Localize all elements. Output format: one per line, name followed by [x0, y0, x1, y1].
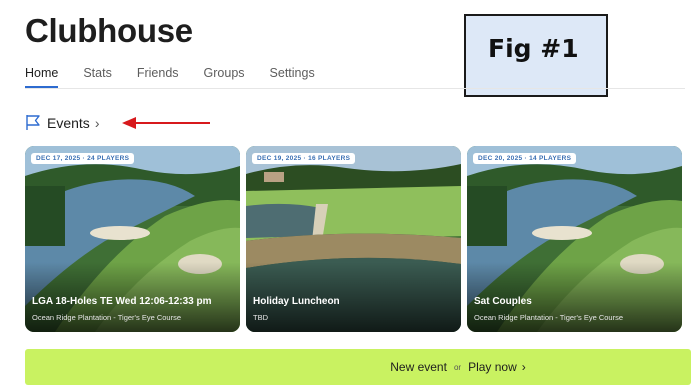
- tab-friends[interactable]: Friends: [137, 66, 179, 88]
- event-title: Sat Couples: [474, 296, 532, 307]
- event-title: LGA 18-Holes TE Wed 12:06-12:33 pm: [32, 296, 212, 307]
- event-card-2[interactable]: DEC 19, 2025 · 16 PLAYERS Holiday Lunche…: [246, 146, 461, 332]
- events-label: Events: [47, 114, 90, 131]
- event-card-1[interactable]: DEC 17, 2025 · 24 PLAYERS LGA 18-Holes T…: [25, 146, 240, 332]
- event-date-badge: DEC 17, 2025 · 24 PLAYERS: [31, 153, 135, 164]
- tab-stats[interactable]: Stats: [83, 66, 112, 88]
- figure-label: Fig #1: [488, 34, 579, 63]
- event-title: Holiday Luncheon: [253, 296, 340, 307]
- tab-home[interactable]: Home: [25, 66, 59, 88]
- play-now-button[interactable]: Play now: [468, 360, 517, 374]
- event-date-badge: DEC 20, 2025 · 14 PLAYERS: [473, 153, 577, 164]
- new-event-button[interactable]: New event: [390, 360, 447, 374]
- event-location: TBD: [253, 313, 268, 322]
- action-bar: New event or Play now ›: [25, 349, 691, 385]
- or-separator: or: [453, 362, 462, 372]
- tabs-divider: [25, 88, 685, 89]
- event-location: Ocean Ridge Plantation - Tiger's Eye Cou…: [474, 313, 624, 322]
- main-tabs: Home Stats Friends Groups Settings: [25, 66, 340, 88]
- chevron-right-icon: ›: [521, 360, 526, 374]
- event-location: Ocean Ridge Plantation - Tiger's Eye Cou…: [32, 313, 182, 322]
- tab-settings[interactable]: Settings: [270, 66, 315, 88]
- event-card-3[interactable]: DEC 20, 2025 · 14 PLAYERS Sat Couples Oc…: [467, 146, 682, 332]
- event-date-badge: DEC 19, 2025 · 16 PLAYERS: [252, 153, 356, 164]
- tab-groups[interactable]: Groups: [204, 66, 245, 88]
- flag-icon: [26, 115, 40, 130]
- app-title: Clubhouse: [25, 12, 193, 49]
- chevron-right-icon: ›: [94, 114, 100, 131]
- red-arrow-icon: [122, 117, 210, 129]
- events-link[interactable]: Events ›: [25, 114, 99, 131]
